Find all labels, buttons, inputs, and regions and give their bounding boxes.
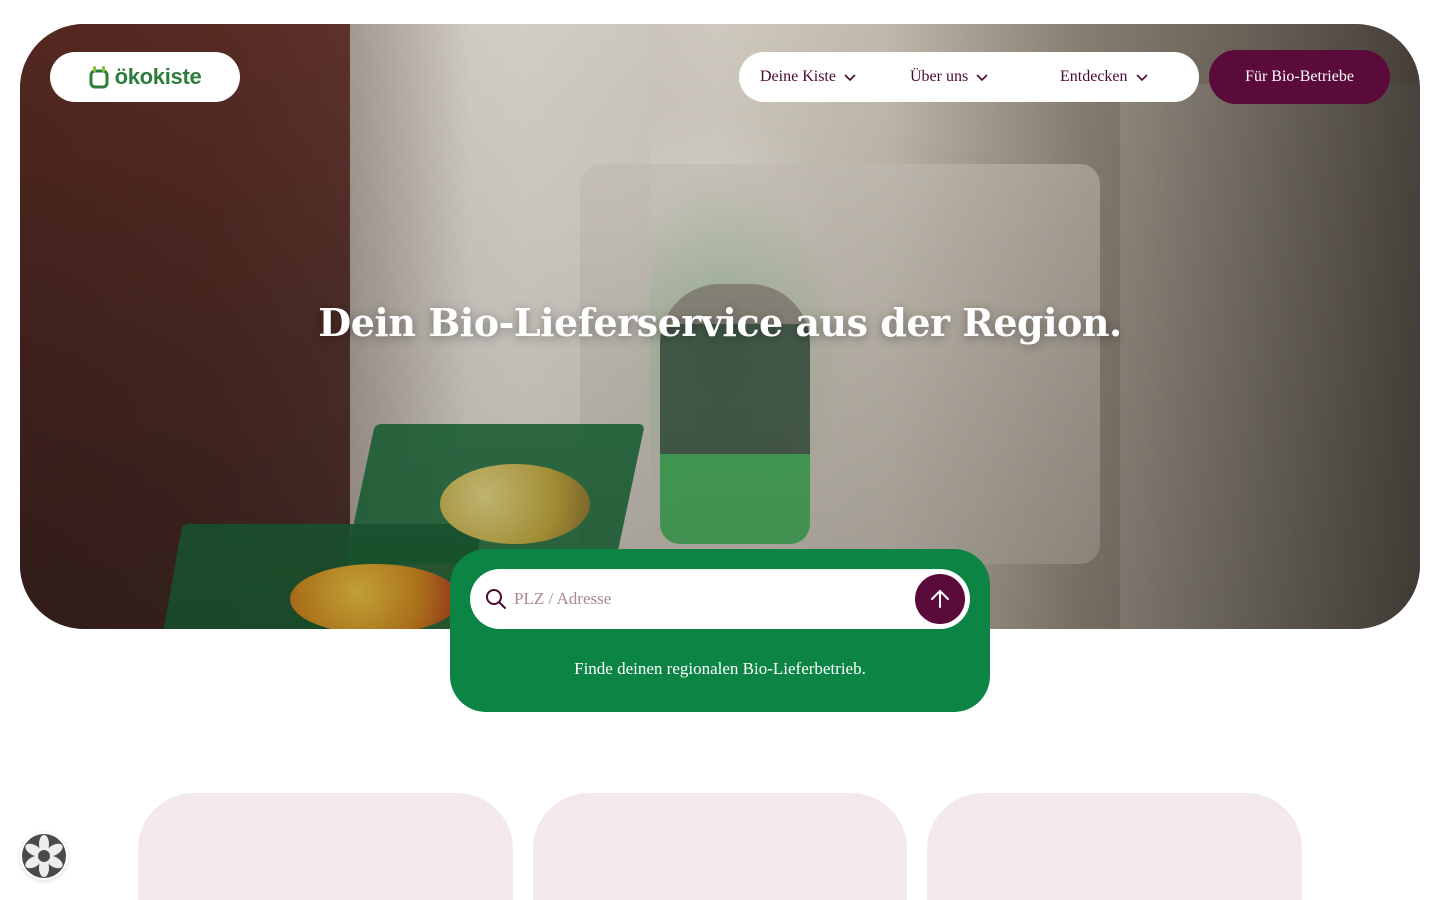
logo-link[interactable]: ökokiste — [50, 52, 240, 102]
chevron-down-icon — [1135, 74, 1148, 82]
address-search-input[interactable] — [514, 579, 904, 619]
bio-betriebe-button[interactable]: Für Bio-Betriebe — [1209, 50, 1390, 104]
logo-text: ökokiste — [114, 64, 202, 89]
search-field — [470, 569, 970, 629]
chevron-down-icon — [976, 74, 988, 82]
search-submit-button[interactable] — [915, 574, 965, 624]
nav-item-label: Über uns — [910, 68, 969, 85]
cookie-settings-icon — [22, 834, 66, 878]
main-nav: Deine Kiste Über uns Entdecken — [739, 52, 1199, 102]
chevron-down-icon — [844, 74, 856, 82]
nav-item-deine-kiste[interactable]: Deine Kiste — [760, 52, 857, 102]
arrow-up-icon — [931, 590, 949, 608]
hero-title: Dein Bio-Lieferservice aus der Region. — [318, 300, 1122, 345]
nav-item-entdecken[interactable]: Entdecken — [1060, 52, 1149, 102]
nav-item-ueber-uns[interactable]: Über uns — [910, 52, 989, 102]
search-card: Finde deinen regionalen Bio-Lieferbetrie… — [450, 549, 990, 712]
search-icon — [486, 589, 506, 609]
nav-item-label: Entdecken — [1060, 68, 1128, 85]
cookie-settings-button[interactable] — [20, 832, 68, 880]
feature-card — [927, 793, 1302, 900]
box-logo-icon — [89, 66, 109, 89]
search-hint: Finde deinen regionalen Bio-Lieferbetrie… — [574, 659, 866, 678]
feature-card — [138, 793, 513, 900]
feature-card — [533, 793, 907, 900]
nav-item-label: Deine Kiste — [760, 68, 836, 85]
